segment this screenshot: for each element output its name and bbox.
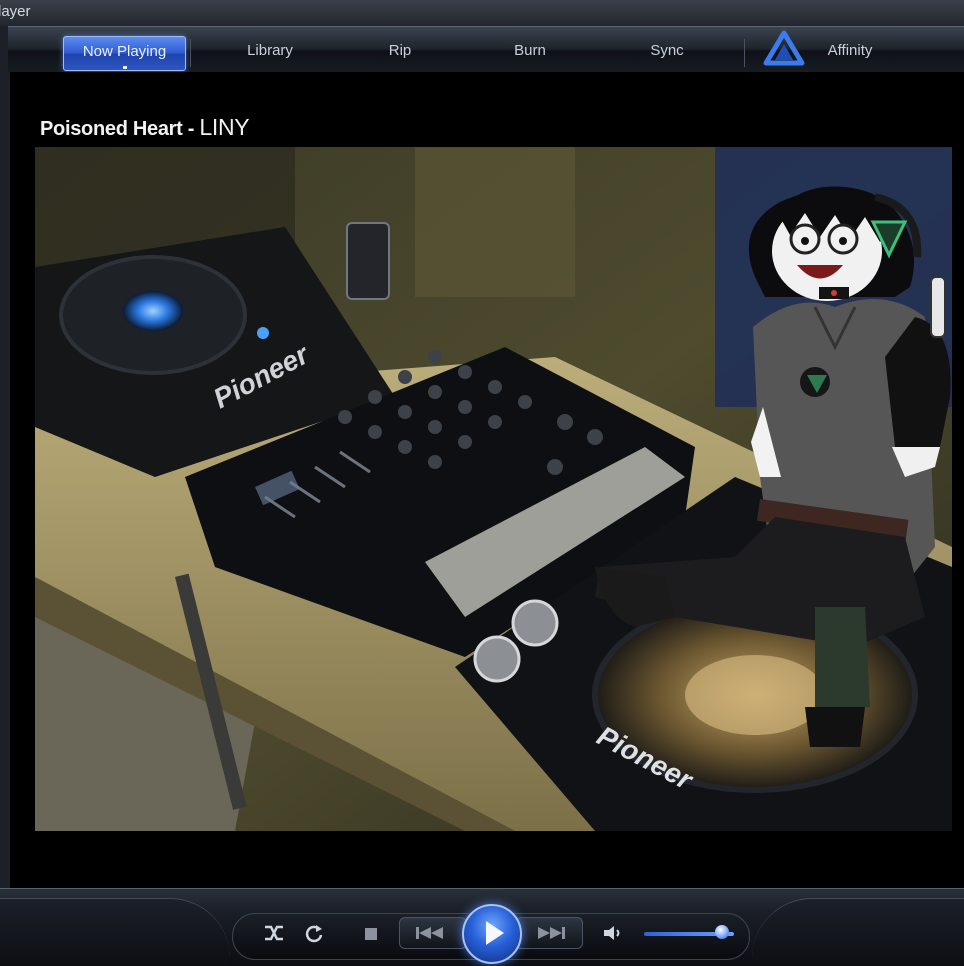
tab-now-playing[interactable]: Now Playing [63,36,186,71]
navigation-bar: Now Playing Library Rip Burn Sync Affini… [8,26,964,73]
tab-affinity[interactable]: Affinity [806,36,894,69]
tab-burn[interactable]: Burn [494,36,566,69]
tab-label: Burn [514,42,546,59]
next-button[interactable] [515,917,583,949]
next-icon [538,927,565,939]
right-jog-center [685,655,825,735]
tab-label: Sync [650,42,684,59]
play-icon [486,921,504,945]
tab-sync[interactable]: Sync [628,36,706,69]
tab-label: Now Playing [82,43,167,60]
tab-label: Rip [388,42,412,59]
dj-setup-image: Pioneer Pioneer [35,147,952,831]
stop-icon[interactable] [360,925,382,947]
window-titlebar: layer [0,0,964,26]
play-pause-button [511,599,559,647]
tab-divider [190,39,191,67]
tab-library[interactable]: Library [220,36,320,69]
active-indicator [122,66,127,69]
previous-button[interactable] [399,917,467,949]
cue-button [473,635,521,683]
artist-name: LINY [199,114,250,140]
play-button[interactable] [462,904,522,964]
control-bar-right-wing [752,898,964,966]
speaker-icon[interactable] [600,923,624,948]
window-frame-left [0,26,10,896]
previous-icon [416,927,443,939]
control-bar-left-wing [0,898,230,966]
tab-divider [744,39,745,67]
tab-rip[interactable]: Rip [364,36,436,69]
tab-label: Affinity [827,42,873,59]
triangle-a-icon[interactable] [762,30,806,66]
video-frame[interactable]: Pioneer Pioneer [35,147,952,831]
phone-on-stand [346,222,390,300]
led [257,327,269,339]
title-separator: - [182,118,200,140]
repeat-icon[interactable] [302,923,326,948]
song-name: Poisoned Heart [40,118,183,140]
left-jog-light [123,291,183,331]
tab-label: Library [247,42,293,59]
window-title: layer [0,3,31,20]
shuffle-icon[interactable] [262,923,286,948]
now-playing-title: Poisoned Heart - LINY [40,114,250,141]
room-door [415,147,575,297]
